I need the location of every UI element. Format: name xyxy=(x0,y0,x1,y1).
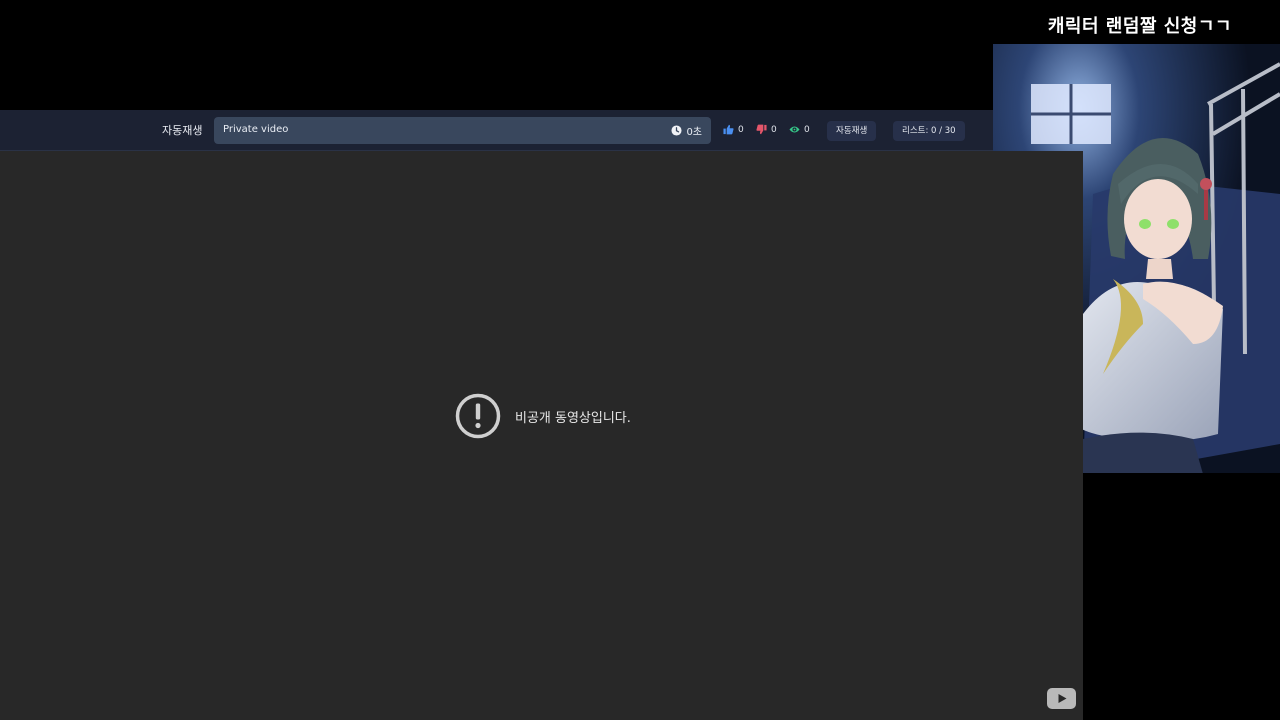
video-title: Private video xyxy=(223,124,289,135)
video-title-box[interactable]: Private video 0초 xyxy=(214,117,711,144)
like-count: 0 xyxy=(738,124,744,135)
youtube-logo-icon[interactable] xyxy=(1047,688,1076,709)
private-video-message: 비공개 동영상입니다. xyxy=(455,393,631,439)
duration-text: 0초 xyxy=(686,127,702,138)
view-count: 0 xyxy=(804,124,810,135)
side-panel-empty xyxy=(1083,473,1280,720)
autoplay-label: 자동재생 xyxy=(162,124,203,137)
private-video-text: 비공개 동영상입니다. xyxy=(515,410,631,426)
thumbs-down-icon xyxy=(756,124,767,135)
autoplay-button[interactable]: 자동재생 xyxy=(827,121,877,141)
dislike-count: 0 xyxy=(771,124,777,135)
like-stat[interactable]: 0 xyxy=(723,124,744,135)
view-stat: 0 xyxy=(789,124,810,135)
dislike-stat[interactable]: 0 xyxy=(756,124,777,135)
video-player[interactable]: 비공개 동영상입니다. xyxy=(0,151,1083,720)
list-counter-button[interactable]: 리스트: 0 / 30 xyxy=(893,121,965,141)
banner-title: 캐릭터 랜덤짤 신청ㄱㄱ xyxy=(1047,16,1232,37)
clock-icon xyxy=(671,125,682,136)
duration: 0초 xyxy=(671,123,702,138)
eye-icon xyxy=(789,126,800,133)
exclamation-circle-icon xyxy=(455,393,501,439)
player-toolbar: 자동재생 Private video 0초 0 0 0 자동재생 리스트: 0 … xyxy=(0,110,993,151)
thumbs-up-icon xyxy=(723,124,734,135)
